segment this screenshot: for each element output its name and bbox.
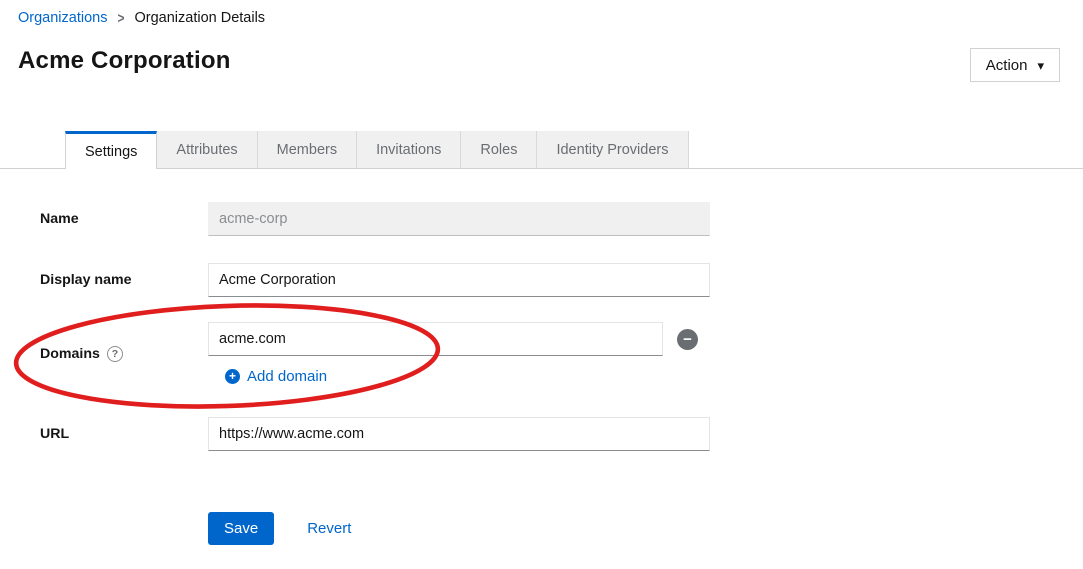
display-name-input[interactable] [208, 263, 710, 297]
remove-domain-button[interactable]: − [677, 329, 698, 350]
save-button[interactable]: Save [208, 512, 274, 545]
plus-icon: + [225, 369, 240, 384]
breadcrumb-current-page: Organization Details [134, 10, 265, 26]
action-dropdown-button[interactable]: Action ▾ [970, 48, 1060, 82]
tab-roles[interactable]: Roles [461, 131, 537, 168]
form-actions: Save Revert [40, 512, 740, 545]
name-label: Name [40, 202, 208, 236]
settings-form: Name Display name Domains ? − [40, 202, 740, 545]
domains-row: Domains ? − + Add domain [40, 322, 740, 385]
add-domain-link[interactable]: + Add domain [225, 368, 327, 385]
tab-invitations[interactable]: Invitations [357, 131, 461, 168]
tab-identity-providers[interactable]: Identity Providers [537, 131, 688, 168]
tab-settings[interactable]: Settings [65, 131, 157, 169]
minus-icon: − [683, 330, 692, 349]
domain-entry: − [208, 322, 698, 356]
name-row: Name [40, 202, 740, 236]
tab-attributes[interactable]: Attributes [157, 131, 257, 168]
url-row: URL [40, 417, 740, 451]
domains-label: Domains ? [40, 322, 208, 385]
display-name-label-text: Display name [40, 272, 131, 288]
url-label: URL [40, 417, 208, 451]
breadcrumb: Organizations > Organization Details [18, 10, 265, 26]
name-label-text: Name [40, 211, 79, 227]
domains-label-text: Domains [40, 346, 100, 362]
chevron-down-icon: ▾ [1037, 59, 1044, 72]
add-domain-label: Add domain [247, 368, 327, 385]
domains-field: − + Add domain [208, 322, 698, 385]
help-icon[interactable]: ? [107, 346, 123, 362]
action-dropdown-label: Action [986, 57, 1028, 74]
tab-members[interactable]: Members [258, 131, 357, 168]
display-name-label: Display name [40, 263, 208, 297]
domain-input[interactable] [208, 322, 663, 356]
tab-bar: Settings Attributes Members Invitations … [0, 131, 1083, 169]
organization-details-page: Organizations > Organization Details Acm… [0, 0, 1083, 569]
display-name-row: Display name [40, 263, 740, 297]
revert-link[interactable]: Revert [307, 520, 351, 537]
breadcrumb-separator-icon: > [117, 10, 124, 27]
url-input[interactable] [208, 417, 710, 451]
url-label-text: URL [40, 426, 69, 442]
breadcrumb-link-organizations[interactable]: Organizations [18, 10, 107, 26]
page-title: Acme Corporation [18, 47, 231, 75]
name-input [208, 202, 710, 236]
